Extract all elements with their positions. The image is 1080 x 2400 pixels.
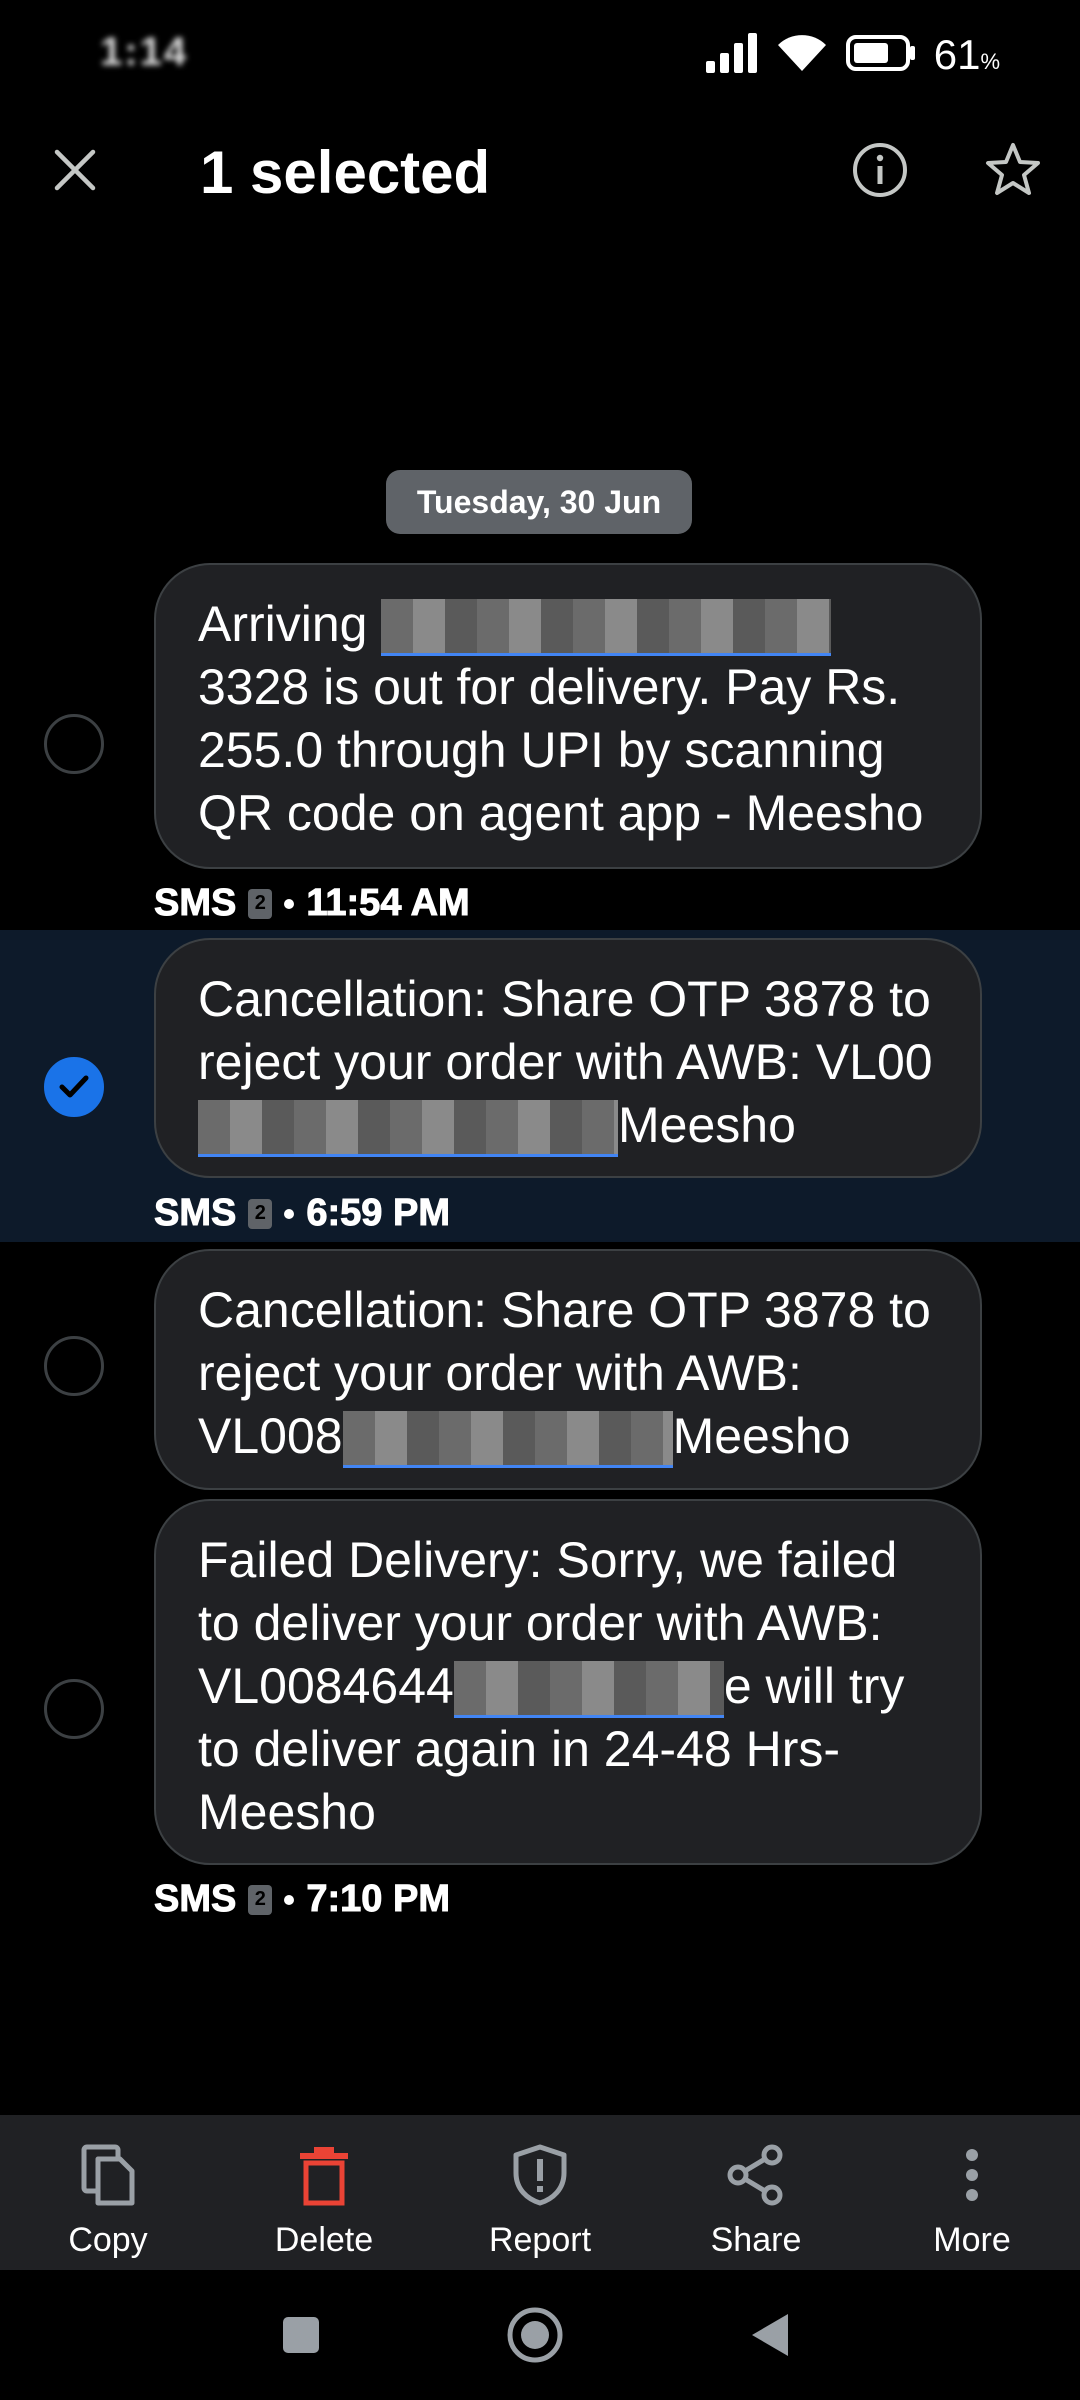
- select-radio[interactable]: [44, 1336, 104, 1396]
- battery-percentage: 61%: [933, 31, 1000, 78]
- message-text: Cancellation: Share OTP 3878 to reject y…: [198, 968, 940, 1158]
- share-icon: [727, 2144, 783, 2206]
- delete-button[interactable]: Delete: [216, 2115, 432, 2270]
- redacted-text: [453, 1661, 724, 1719]
- more-label: More: [933, 2221, 1011, 2259]
- message-text: Arriving 3328 is out for delivery. Pay R…: [198, 596, 924, 842]
- checkmark-icon: [59, 1075, 89, 1098]
- message-text: Cancellation: Share OTP 3878 to reject y…: [198, 1279, 940, 1469]
- select-radio[interactable]: [44, 714, 104, 774]
- copy-label: Copy: [68, 2221, 148, 2259]
- star-icon[interactable]: [978, 135, 1048, 205]
- sim-badge: 2: [248, 1198, 273, 1229]
- page-title: 1 selected: [200, 139, 491, 206]
- more-button[interactable]: More: [864, 2115, 1080, 2270]
- redacted-text: [342, 1411, 673, 1469]
- copy-icon: [81, 2144, 135, 2206]
- message-bubble-selected[interactable]: Cancellation: Share OTP 3878 to reject y…: [154, 938, 982, 1178]
- report-label: Report: [488, 2221, 592, 2259]
- separator-dot: [284, 1208, 295, 1219]
- share-label: Share: [710, 2221, 802, 2259]
- status-bar: 1:14 61%: [0, 0, 1080, 110]
- wifi-icon: [776, 33, 828, 78]
- delete-icon: [300, 2147, 348, 2206]
- signal-icon: [705, 32, 758, 78]
- sim-badge: 2: [248, 1884, 273, 1915]
- status-time: 1:14: [100, 30, 189, 74]
- select-radio-checked[interactable]: [44, 1057, 104, 1117]
- messages-screen: 1:14 61% 1 selected Tuesday, 30 Jun Arri…: [0, 0, 1080, 2400]
- select-radio[interactable]: [44, 1679, 104, 1739]
- message-bubble[interactable]: Arriving 3328 is out for delivery. Pay R…: [154, 563, 982, 869]
- separator-dot: [284, 1894, 295, 1905]
- home-icon[interactable]: [500, 2300, 570, 2370]
- battery-icon: [845, 33, 916, 78]
- info-icon[interactable]: [845, 135, 915, 205]
- report-shield-icon: [513, 2144, 567, 2206]
- recents-icon[interactable]: [266, 2300, 336, 2370]
- back-icon[interactable]: [736, 2300, 806, 2370]
- status-icons: 61%: [705, 30, 1000, 80]
- message-bubble[interactable]: Failed Delivery: Sorry, we failed to del…: [154, 1499, 982, 1865]
- separator-dot: [284, 898, 295, 909]
- message-meta: SMS 2 11:54 AM: [153, 882, 470, 925]
- sim-badge: 2: [248, 888, 273, 919]
- redacted-text: [198, 1100, 618, 1158]
- date-divider: Tuesday, 30 Jun: [386, 470, 692, 534]
- delete-label: Delete: [274, 2221, 374, 2259]
- more-vert-icon: [966, 2149, 978, 2201]
- redacted-text: [381, 599, 832, 657]
- close-icon[interactable]: [40, 135, 110, 205]
- copy-button[interactable]: Copy: [0, 2115, 216, 2270]
- share-button[interactable]: Share: [648, 2115, 864, 2270]
- selection-action-bar: Copy Delete Report Share More: [0, 2115, 1080, 2270]
- message-text: Failed Delivery: Sorry, we failed to del…: [198, 1532, 905, 1841]
- report-button[interactable]: Report: [432, 2115, 648, 2270]
- selection-app-bar: 1 selected: [0, 110, 1080, 230]
- message-meta: SMS 2 6:59 PM: [153, 1192, 450, 1235]
- message-meta: SMS 2 7:10 PM: [153, 1878, 450, 1921]
- system-navigation-bar: [0, 2270, 1080, 2400]
- message-bubble[interactable]: Cancellation: Share OTP 3878 to reject y…: [154, 1249, 982, 1490]
